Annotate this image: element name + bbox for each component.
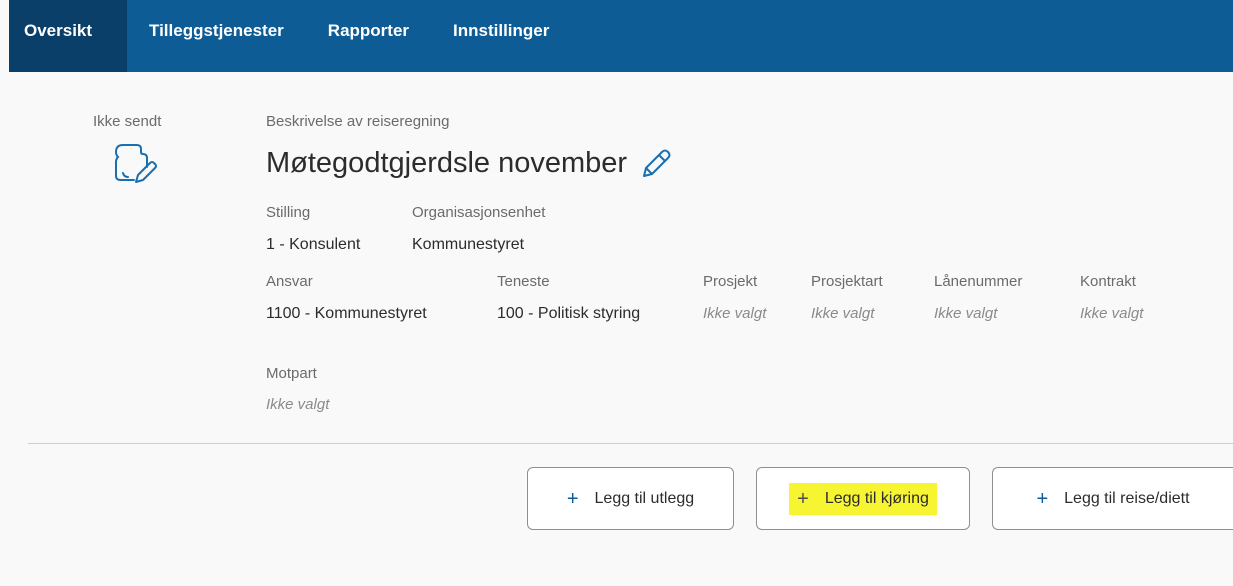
organisasjonsenhet-label: Organisasjonsenhet (412, 204, 546, 221)
top-navigation: Oversikt Tilleggstjenester Rapporter Inn… (9, 0, 1233, 72)
ansvar-label: Ansvar (266, 273, 313, 290)
add-driving-button[interactable]: + Legg til kjøring (756, 467, 970, 530)
motpart-label: Motpart (266, 365, 317, 382)
add-expense-label: Legg til utlegg (594, 489, 695, 507)
description-label: Beskrivelse av reiseregning (266, 113, 450, 130)
tab-tilleggstjenester[interactable]: Tilleggstjenester (149, 0, 284, 72)
organisasjonsenhet-value: Kommunestyret (412, 236, 525, 253)
page-title: Møtegodtgjerdsle november (266, 146, 628, 179)
stilling-value: 1 - Konsulent (266, 236, 361, 253)
prosjektart-value: Ikke valgt (811, 305, 875, 322)
stilling-label: Stilling (266, 204, 311, 221)
title-row: Møtegodtgjerdsle november (266, 146, 673, 180)
plus-icon: + (566, 487, 579, 510)
pencil-icon[interactable] (639, 146, 673, 180)
prosjekt-label: Prosjekt (703, 273, 758, 290)
tab-rapporter[interactable]: Rapporter (328, 0, 409, 72)
kontrakt-label: Kontrakt (1080, 273, 1136, 290)
prosjekt-value: Ikke valgt (703, 305, 767, 322)
page: Oversikt Tilleggstjenester Rapporter Inn… (0, 0, 1233, 586)
document-edit-icon (114, 144, 157, 183)
motpart-value: Ikke valgt (266, 396, 330, 413)
tab-oversikt[interactable]: Oversikt (9, 0, 127, 72)
teneste-label: Teneste (497, 273, 550, 290)
highlight-marker: + Legg til kjøring (789, 482, 937, 515)
divider (28, 443, 1233, 444)
plus-icon: + (797, 487, 809, 510)
add-travel-label: Legg til reise/diett (1064, 489, 1190, 507)
lanenummer-value: Ikke valgt (934, 305, 998, 322)
tab-innstillinger[interactable]: Innstillinger (453, 0, 549, 72)
add-travel-button[interactable]: + Legg til reise/diett (992, 467, 1233, 530)
plus-icon: + (1036, 487, 1049, 510)
teneste-value: 100 - Politisk styring (497, 305, 641, 322)
add-driving-label: Legg til kjøring (824, 489, 929, 507)
lanenummer-label: Lånenummer (934, 273, 1023, 290)
status-label: Ikke sendt (93, 113, 162, 130)
kontrakt-value: Ikke valgt (1080, 305, 1144, 322)
prosjektart-label: Prosjektart (811, 273, 883, 290)
add-expense-button[interactable]: + Legg til utlegg (527, 467, 734, 530)
ansvar-value: 1100 - Kommunestyret (266, 305, 427, 322)
